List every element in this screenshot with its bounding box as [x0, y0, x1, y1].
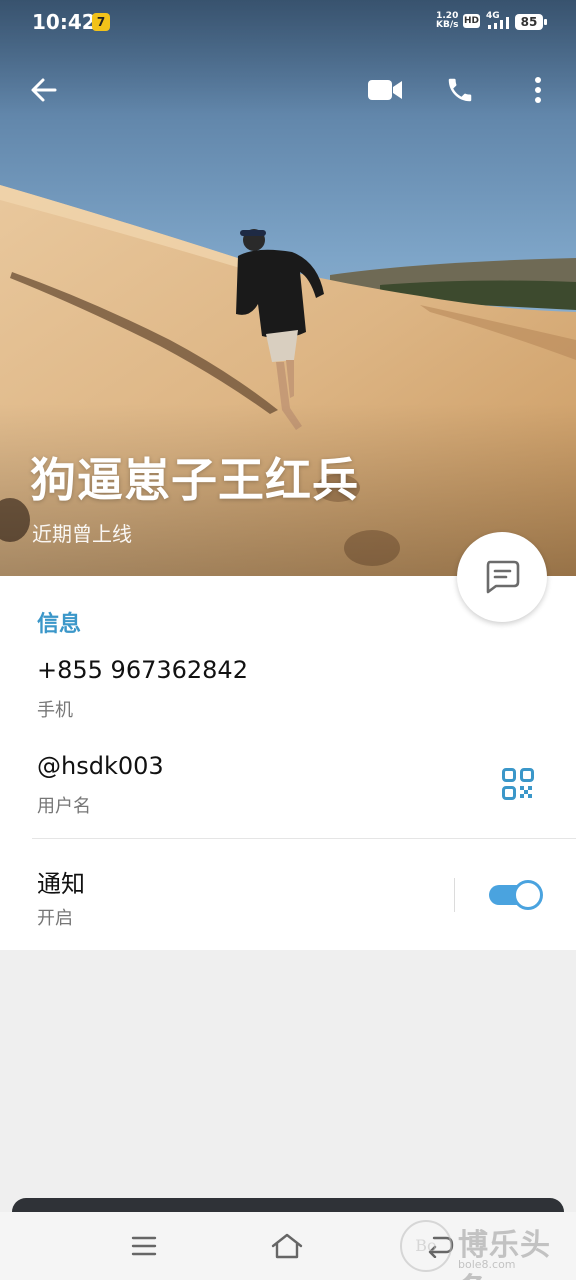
network-speed-unit: KB/s	[436, 20, 459, 30]
back-icon	[428, 1236, 454, 1258]
hd-voice-icon: HD	[463, 14, 480, 28]
status-bar: 10:42 7 1.20 KB/s HD 4G 85	[0, 0, 576, 44]
nav-home-button[interactable]	[263, 1222, 311, 1270]
section-title-info: 信息	[37, 612, 82, 637]
more-options-button[interactable]	[514, 66, 562, 114]
username[interactable]: @hsdk003	[37, 752, 164, 780]
username-label: 用户名	[37, 796, 91, 817]
voice-call-button[interactable]	[436, 66, 484, 114]
profile-header: 10:42 7 1.20 KB/s HD 4G 85 狗逼崽子王红兵 近期曾上线	[0, 0, 576, 576]
last-seen-status: 近期曾上线	[32, 522, 132, 546]
profile-name: 狗逼崽子王红兵	[30, 453, 359, 507]
nav-recent-apps-button[interactable]	[120, 1222, 168, 1270]
toggle-knob	[513, 880, 543, 910]
video-call-button[interactable]	[361, 66, 409, 114]
more-vertical-icon	[535, 77, 541, 103]
home-icon	[271, 1233, 303, 1259]
vertical-divider	[454, 878, 455, 912]
qr-code-icon	[502, 768, 534, 800]
network-speed: 1.20 KB/s	[436, 12, 458, 30]
back-button[interactable]	[20, 66, 68, 114]
system-navigation-bar	[0, 1212, 576, 1280]
send-message-button[interactable]	[457, 532, 547, 622]
phone-icon	[448, 78, 472, 102]
menu-icon	[131, 1236, 157, 1256]
signal-icon	[488, 17, 509, 29]
battery-icon: 85	[515, 14, 547, 30]
notifications-state: 开启	[37, 908, 73, 929]
phone-label: 手机	[37, 700, 73, 721]
nav-back-button[interactable]	[416, 1222, 464, 1270]
message-icon	[486, 560, 520, 594]
notifications-title[interactable]: 通知	[37, 864, 85, 899]
video-camera-icon	[368, 80, 402, 100]
divider	[32, 838, 576, 839]
status-time: 10:42	[32, 10, 96, 34]
qr-code-button[interactable]	[496, 762, 540, 806]
phone-number[interactable]: +855 967362842	[37, 656, 248, 684]
notifications-toggle[interactable]	[487, 878, 543, 912]
info-section: 信息 +855 967362842 手机 @hsdk003 用户名 通知 开启	[0, 576, 576, 950]
arrow-left-icon	[31, 78, 57, 102]
app-notification-icon: 7	[92, 13, 110, 31]
